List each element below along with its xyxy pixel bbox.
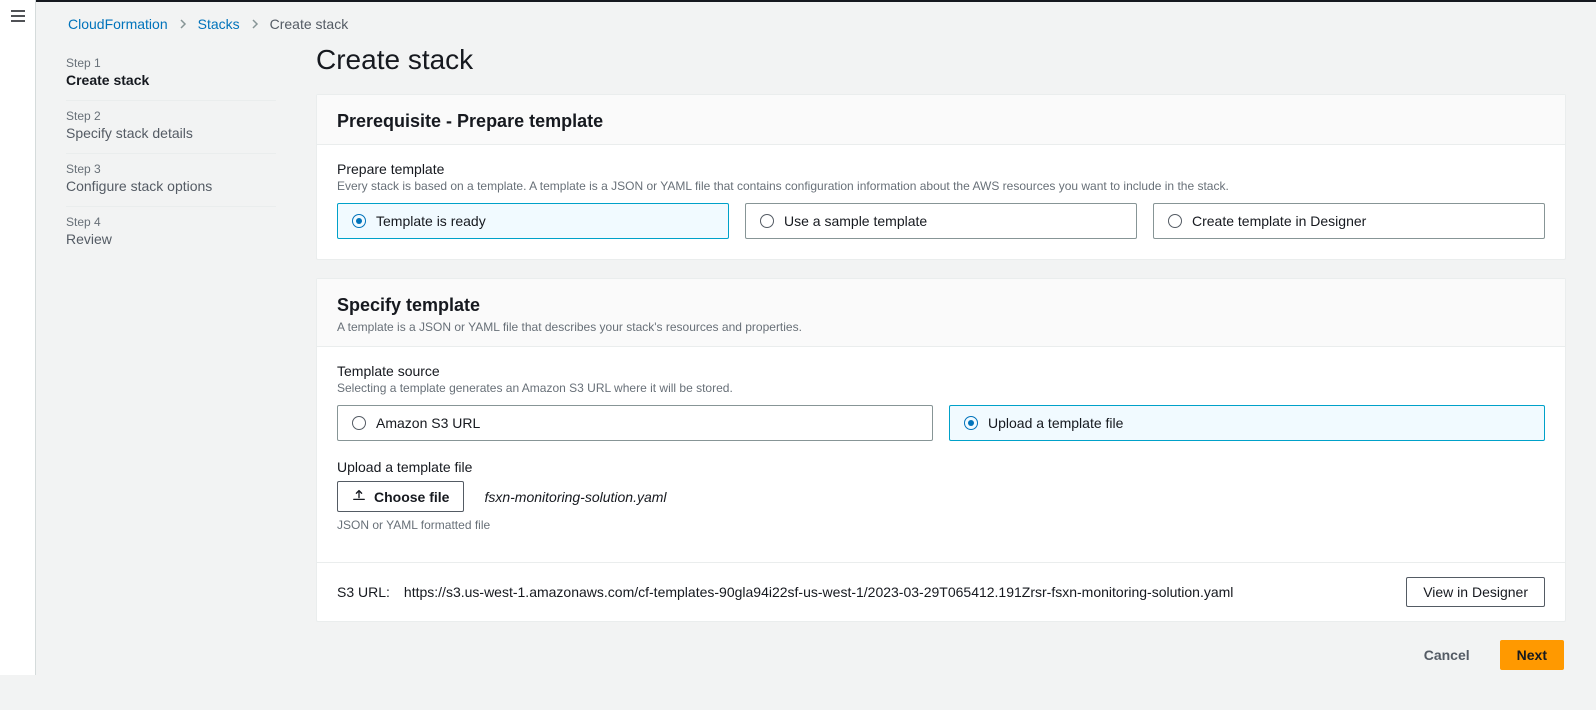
option-label: Create template in Designer [1192, 213, 1366, 229]
menu-toggle[interactable] [0, 0, 36, 36]
wizard-steps: Step 1 Create stack Step 2 Specify stack… [66, 38, 276, 259]
field-label-upload-file: Upload a template file [337, 459, 1545, 475]
panel-heading: Prerequisite - Prepare template [337, 111, 1545, 132]
panel-subheading: A template is a JSON or YAML file that d… [337, 320, 1545, 334]
step-title: Review [66, 231, 276, 247]
option-label: Upload a template file [988, 415, 1123, 431]
radio-icon [760, 214, 774, 228]
wizard-step-1[interactable]: Step 1 Create stack [66, 48, 276, 101]
option-sample-template[interactable]: Use a sample template [745, 203, 1137, 239]
s3-url-value: https://s3.us-west-1.amazonaws.com/cf-te… [404, 584, 1233, 600]
panel-prerequisite: Prerequisite - Prepare template Prepare … [316, 94, 1566, 260]
option-create-in-designer[interactable]: Create template in Designer [1153, 203, 1545, 239]
field-label-prepare-template: Prepare template [337, 161, 1545, 177]
panel-heading: Specify template [337, 295, 1545, 316]
wizard-step-3[interactable]: Step 3 Configure stack options [66, 154, 276, 207]
breadcrumb-stacks[interactable]: Stacks [198, 16, 240, 32]
step-label: Step 2 [66, 109, 276, 123]
field-help: Every stack is based on a template. A te… [337, 179, 1545, 193]
step-label: Step 4 [66, 215, 276, 229]
option-upload-template-file[interactable]: Upload a template file [949, 405, 1545, 441]
choose-file-label: Choose file [374, 489, 449, 505]
wizard-step-4[interactable]: Step 4 Review [66, 207, 276, 259]
step-label: Step 3 [66, 162, 276, 176]
cancel-button[interactable]: Cancel [1408, 640, 1486, 670]
chevron-right-icon [250, 16, 260, 32]
field-help: Selecting a template generates an Amazon… [337, 381, 1545, 395]
step-title: Specify stack details [66, 125, 276, 141]
radio-icon [964, 416, 978, 430]
option-template-ready[interactable]: Template is ready [337, 203, 729, 239]
chevron-right-icon [178, 16, 188, 32]
option-label: Use a sample template [784, 213, 927, 229]
panel-specify-template: Specify template A template is a JSON or… [316, 278, 1566, 622]
upload-icon [352, 488, 366, 505]
breadcrumb-current: Create stack [270, 16, 349, 32]
option-label: Template is ready [376, 213, 486, 229]
step-title: Configure stack options [66, 178, 276, 194]
s3-url-label: S3 URL: [337, 584, 390, 600]
choose-file-button[interactable]: Choose file [337, 481, 464, 512]
field-label-template-source: Template source [337, 363, 1545, 379]
file-format-help: JSON or YAML formatted file [337, 518, 1545, 532]
breadcrumb-cloudformation[interactable]: CloudFormation [68, 16, 168, 32]
option-amazon-s3-url[interactable]: Amazon S3 URL [337, 405, 933, 441]
hamburger-icon [10, 8, 26, 29]
step-label: Step 1 [66, 56, 276, 70]
option-label: Amazon S3 URL [376, 415, 480, 431]
breadcrumb: CloudFormation Stacks Create stack [36, 2, 1596, 38]
next-button[interactable]: Next [1500, 640, 1564, 670]
selected-filename: fsxn-monitoring-solution.yaml [484, 489, 666, 505]
step-title: Create stack [66, 72, 276, 88]
page-title: Create stack [316, 44, 1566, 76]
radio-icon [1168, 214, 1182, 228]
wizard-step-2[interactable]: Step 2 Specify stack details [66, 101, 276, 154]
view-in-designer-button[interactable]: View in Designer [1406, 577, 1545, 607]
radio-icon [352, 416, 366, 430]
radio-icon [352, 214, 366, 228]
